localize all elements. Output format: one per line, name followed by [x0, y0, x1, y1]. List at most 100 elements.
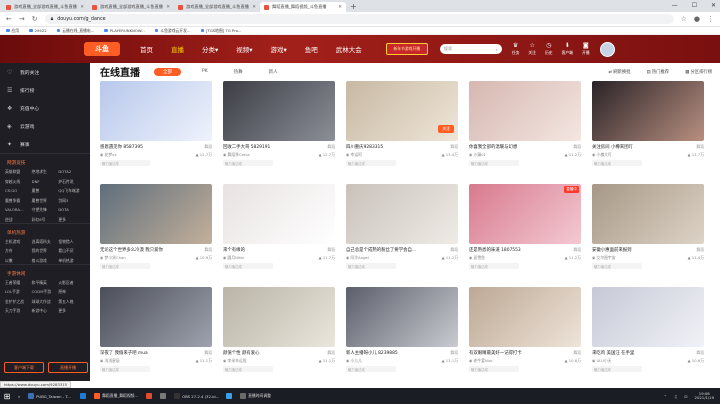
bookmark-item[interactable]: PLAYERUNKNOW...	[104, 28, 145, 33]
new-tab-button[interactable]: +	[350, 2, 357, 12]
sidebar-game-link[interactable]: 和平精英	[32, 280, 59, 286]
search-icon[interactable]: ⌕	[495, 47, 497, 52]
sidebar-game-link[interactable]: 看山不厌	[58, 248, 85, 254]
sidebar-item[interactable]: ☰ 排行榜	[0, 81, 90, 99]
stream-thumbnail[interactable]: 关注	[346, 81, 458, 141]
sidebar-game-link[interactable]: 方舟	[5, 248, 32, 254]
sidebar-game-link[interactable]: 炉石传说	[58, 179, 85, 185]
user-avatar[interactable]	[599, 41, 615, 57]
tab-close-icon[interactable]: ✕	[252, 5, 256, 10]
stream-thumbnail[interactable]	[346, 184, 458, 244]
browser-tab[interactable]: 游戏直播_全部游戏直播_斗鱼直播 ✕	[88, 2, 174, 12]
sidebar-game-link[interactable]: 金铲铲之战	[5, 299, 32, 305]
sidebar-game-link[interactable]: CODM手游	[32, 289, 59, 295]
sidebar-game-link[interactable]: 魔兽世界	[32, 198, 59, 204]
nav-item[interactable]: 武林大会	[336, 44, 362, 54]
sidebar-item[interactable]: ❖ 充值中心	[0, 99, 90, 117]
bookmark-item[interactable]: 云播在线_直播电...	[56, 28, 94, 34]
filter-chip[interactable]: 新人	[264, 68, 283, 76]
filter-chip[interactable]: 热舞	[229, 68, 248, 76]
follow-button[interactable]: 关注	[438, 125, 454, 133]
taskbar-app[interactable]: PUBG_Taiwan - T...	[24, 388, 76, 404]
sidebar-game-link[interactable]: 穿越火线	[5, 179, 32, 185]
stream-card[interactable]: 关注房间 小樽来团叮 舞蹈 ◉ 小樽大叮 ▲ 11.7万 魅力值达成	[592, 81, 704, 173]
sidebar-item[interactable]: ♡ 我的关注	[0, 63, 90, 81]
sidebar-game-link[interactable]: 怪物猎人	[58, 239, 85, 245]
stream-thumbnail[interactable]	[100, 184, 212, 244]
sidebar-game-link[interactable]: 新游中心	[32, 308, 59, 314]
sidebar-game-link[interactable]: 主机游戏	[5, 239, 32, 245]
maximize-button[interactable]: ☐	[692, 2, 697, 9]
sidebar-item[interactable]: ◈ 云游戏	[0, 117, 90, 135]
browser-tab[interactable]: 游戏直播_全部游戏直播_斗鱼直播 ✕	[2, 2, 88, 12]
close-window-button[interactable]: ✕	[711, 2, 716, 9]
stream-thumbnail[interactable]	[100, 81, 212, 141]
start-streaming-button[interactable]: 直播开播	[48, 362, 88, 373]
right-control[interactable]: ▦ 分区排行榜	[685, 69, 712, 75]
menu-icon[interactable]: ⋮	[707, 15, 714, 23]
tray-chevron-icon[interactable]: ⌃	[664, 394, 667, 399]
stream-card[interactable]: 回收二手大哥 5829191 舞蹈 ◉ 舞蹈季Ceros ▲ 12.7万 魅力值达成	[223, 81, 335, 173]
right-control[interactable]: ▤ 热门推荐	[646, 69, 669, 75]
back-icon[interactable]: ←	[6, 15, 12, 23]
browser-tab[interactable]: 游戏直播_全部游戏直播_斗鱼直播 ✕	[174, 2, 260, 12]
filter-chip[interactable]: 全部	[154, 67, 181, 76]
header-action[interactable]: ⬇ 客户端	[562, 42, 573, 56]
taskbar-app[interactable]: 舞蹈直播_舞蹈视频...	[90, 388, 142, 404]
bookmark-item[interactable]: [TGS地图] TG Pro...	[200, 28, 242, 34]
task-search-icon[interactable]: ⌕	[14, 388, 24, 404]
header-action[interactable]: ◙ 开播	[582, 42, 590, 56]
bookmark-item[interactable]: 29422	[29, 28, 47, 33]
sidebar-game-link[interactable]: 原神	[58, 289, 85, 295]
sidebar-game-link[interactable]: 英雄联盟	[5, 169, 32, 175]
stream-card[interactable]: 安徽小惠面前来报到 舞蹈 ◉ 艾尔图宇宙 ▲ 11.4万 魅力值达成	[592, 184, 704, 276]
bookmark-item[interactable]: 斗鱼游戏云开发...	[154, 28, 191, 34]
stream-card[interactable]: 感恩遇见你 8587395 舞蹈 ◉ 花梦xx ▲ 12.7万 魅力值达成	[100, 81, 212, 173]
sidebar-game-link[interactable]: 球球大作战	[32, 299, 59, 305]
stream-thumbnail[interactable]	[592, 81, 704, 141]
reload-icon[interactable]: ↻	[32, 15, 38, 23]
sidebar-game-link[interactable]: 我的世界	[32, 248, 59, 254]
sidebar-game-link[interactable]: 格斗游戏	[32, 258, 59, 264]
sidebar-game-link[interactable]: 魔兽	[32, 188, 59, 194]
sidebar-game-link[interactable]: LOL手游	[5, 289, 32, 295]
taskbar-app[interactable]: OBS 27.2.4 (32-bi...	[170, 388, 222, 404]
nav-item[interactable]: 直播	[171, 44, 184, 54]
taskbar-app[interactable]	[142, 388, 156, 404]
header-action[interactable]: ☆ 关注	[528, 42, 536, 56]
windows-start-icon[interactable]: ⊞	[0, 392, 14, 401]
sidebar-game-link[interactable]: 以撒	[5, 258, 32, 264]
sidebar-game-link[interactable]: 单机热游	[58, 258, 85, 264]
stream-card[interactable]: 新人主播呀小儿 8239885 舞蹈 ◉ 小儿儿 ▲ 11.1万 魅力值达成	[346, 287, 458, 379]
stream-thumbnail[interactable]	[469, 81, 581, 141]
tab-close-icon[interactable]: ✕	[80, 5, 84, 10]
stream-thumbnail[interactable]	[223, 184, 335, 244]
tab-close-icon[interactable]: ✕	[166, 5, 170, 10]
sidebar-game-link[interactable]: 更多	[58, 217, 85, 223]
sidebar-game-link[interactable]: DOTA	[58, 207, 85, 213]
stream-thumbnail[interactable]	[592, 184, 704, 244]
stream-card[interactable]: 自己总是个成熟的粉丝了要学会自... 舞蹈 ◉ 阿泠Angel ▲ 11.2万 魅力值达…	[346, 184, 458, 276]
url-field[interactable]: 🔒︎ douyu.com/g_dance	[44, 14, 674, 24]
right-control[interactable]: ⇄ 刷新换批	[608, 69, 630, 75]
stream-card[interactable]: 颜值个性 颜有爱心 舞蹈 ◉ 李米辛运啦 ▲ 11.1万 魅力值达成	[223, 287, 335, 379]
sidebar-game-link[interactable]: 第五人格	[58, 299, 85, 305]
sidebar-game-link[interactable]: 彩虹6号	[32, 217, 59, 223]
promo-banner[interactable]: 新年节游戏开播	[385, 43, 428, 55]
taskbar-app[interactable]: 直播时间调整	[236, 388, 288, 404]
stream-card[interactable]: 来吃鸡 美国汪 在手里 舞蹈 ◉ ULU小夭 ▲ 10.6万 魅力值达成	[592, 287, 704, 379]
taskbar-app[interactable]	[156, 388, 170, 404]
browser-tab[interactable]: 舞蹈直播_舞蹈视频_斗鱼直播 ✕	[260, 2, 346, 12]
sidebar-game-link[interactable]: 守望先锋	[32, 207, 59, 213]
sidebar-game-link[interactable]: 天刀手游	[5, 308, 32, 314]
nav-item[interactable]: 视频▾	[236, 44, 252, 54]
bookmark-item[interactable]: 应用	[6, 28, 19, 34]
sidebar-game-link[interactable]: 魔兽争霸	[5, 198, 32, 204]
forward-icon[interactable]: →	[19, 15, 25, 23]
sidebar-game-link[interactable]: QQ飞车端游	[58, 188, 85, 194]
stream-card[interactable]: 无论这个世界多么冷漠 我只爱你 舞蹈 ◉ 梦小贤Chan ▲ 10.9万 魅力值达成	[100, 184, 212, 276]
nav-item[interactable]: 分类▾	[202, 44, 218, 54]
stream-card[interactable]: 你喜我全部的温暖与幻想 舞蹈 ◉ 沙漏01 ▲ 11.2万 魅力值达成	[469, 81, 581, 173]
nav-item[interactable]: 游戏▾	[271, 44, 287, 54]
stream-card[interactable]: 来个有缘的 舞蹈 ◉ 圆月Nikki ▲ 11.7万 魅力值达成	[223, 184, 335, 276]
